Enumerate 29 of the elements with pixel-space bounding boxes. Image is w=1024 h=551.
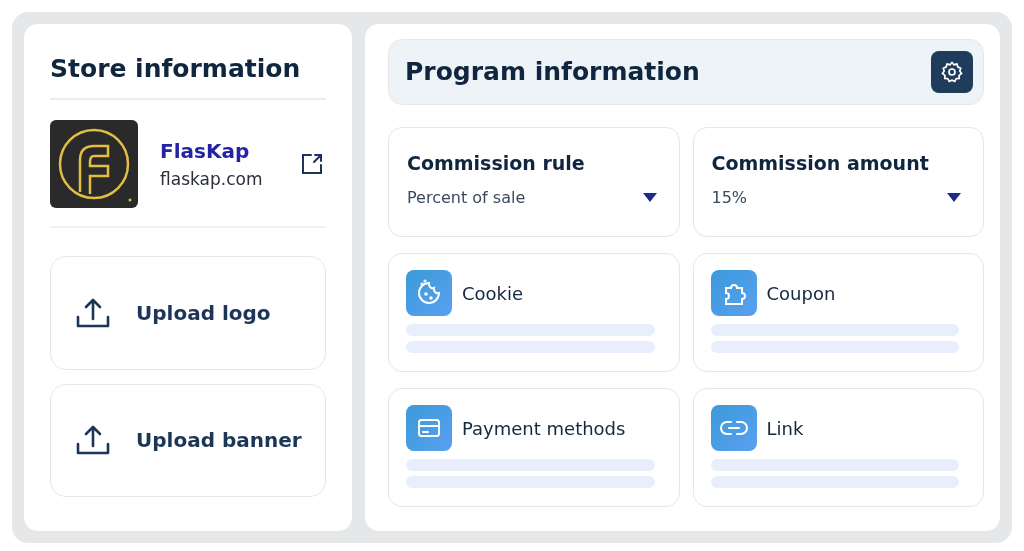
feature-card[interactable]: Cookie (388, 253, 680, 372)
feature-label: Link (766, 417, 804, 439)
upload-button[interactable]: Upload banner (50, 383, 326, 497)
field-label: Commission amount (711, 152, 930, 174)
upload-icon (76, 296, 110, 329)
feature-label: Cookie (462, 282, 524, 304)
feature-card[interactable]: Link (692, 388, 984, 507)
dropdown-field[interactable]: 15% (711, 188, 965, 207)
cookie-icon (406, 270, 452, 316)
feature-card[interactable]: Coupon (692, 253, 984, 372)
feature-label: Payment methods (462, 417, 626, 439)
store-domain: flaskap.com (160, 169, 264, 189)
external-link-icon[interactable] (300, 152, 324, 176)
feature-card[interactable]: Payment methods (388, 388, 680, 507)
dropdown-caret-icon (642, 193, 657, 202)
dropdown-field[interactable]: Percent of sale (407, 188, 661, 207)
puzzle-icon (710, 270, 757, 316)
upload-button[interactable]: Upload logo (50, 256, 326, 370)
settings-icon (940, 60, 964, 84)
feature-label: Coupon (766, 282, 836, 304)
field-label: Commission rule (407, 152, 586, 174)
card-icon (406, 405, 452, 451)
panel-title: Store information (50, 54, 326, 100)
dropdown-caret-icon (947, 193, 961, 202)
upload-icon (76, 424, 110, 457)
link-icon (710, 405, 757, 451)
store-name: FlasKap (160, 139, 251, 163)
settings-button[interactable] (931, 51, 973, 93)
panel-title: Program information (405, 57, 700, 87)
